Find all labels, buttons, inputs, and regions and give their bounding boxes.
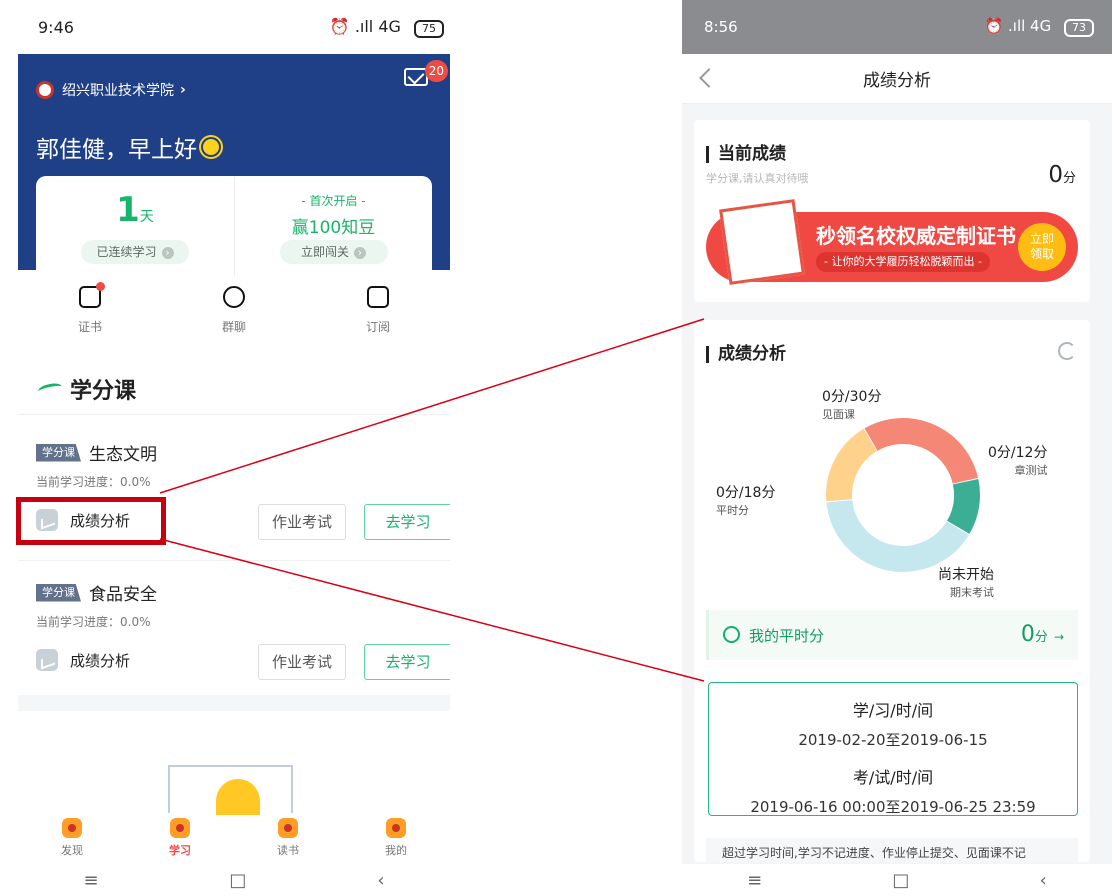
course-progress: 当前学习进度：0.0% bbox=[36, 615, 151, 629]
left-status-indicators: ⏰ .ıll 4G 75 bbox=[330, 17, 444, 38]
consecutive-study-button[interactable]: 已连续学习 bbox=[81, 240, 189, 264]
score-donut-chart bbox=[826, 417, 980, 572]
greeting: 郭佳健，早上好 bbox=[36, 130, 219, 164]
right-status-bar: 8:56 ⏰ .ıll 4G 73 bbox=[682, 0, 1112, 54]
certificate-icon bbox=[79, 282, 105, 308]
school-name: 绍兴职业技术学院 bbox=[62, 83, 174, 99]
study-exam-time: 学/习/时/间 2019-02-20至2019-06-15 考/试/时/间 20… bbox=[708, 682, 1078, 816]
right-battery-icon: 73 bbox=[1064, 19, 1094, 37]
go-study-button[interactable]: 去学习 bbox=[364, 644, 450, 680]
analysis-title: 成绩分析 bbox=[706, 346, 786, 363]
credit-course-tag: 学分课 bbox=[36, 583, 81, 602]
time-limit-notice: 超过学习时间,学习不记进度、作业停止提交、见面课不记 bbox=[706, 838, 1078, 862]
chart-label-regular: 0分/18分 平时分 bbox=[716, 485, 776, 517]
menu-icon[interactable]: ≡ bbox=[83, 870, 98, 891]
homework-exam-button[interactable]: 作业考试 bbox=[258, 504, 346, 540]
consecutive-days: 1天 已连续学习 bbox=[36, 176, 234, 276]
right-status-indicators: ⏰ .ıll 4G 73 bbox=[985, 17, 1094, 37]
sun-icon bbox=[203, 139, 219, 155]
course-progress: 当前学习进度：0.0% bbox=[36, 475, 151, 489]
left-status-bar: 9:46 ⏰ .ıll 4G 75 bbox=[18, 0, 450, 54]
read-icon bbox=[278, 818, 298, 838]
wave-icon bbox=[37, 381, 63, 397]
current-score-subtitle: 学分课,请认真对待哦 bbox=[706, 172, 809, 185]
menu-icon[interactable]: ≡ bbox=[747, 870, 762, 891]
chat-icon bbox=[223, 286, 245, 308]
right-phone-screen: 8:56 ⏰ .ıll 4G 73 成绩分析 当前成绩 学分课,请认真对待哦 0… bbox=[682, 0, 1112, 896]
chevron-right-icon: › bbox=[180, 82, 186, 98]
chart-label-chapter-test: 0分/12分 章测试 bbox=[988, 445, 1048, 477]
right-system-navigation: ≡ □ ‹ bbox=[682, 864, 1112, 896]
back-chevron-icon[interactable] bbox=[699, 68, 719, 88]
current-score-value: 0分 bbox=[1048, 162, 1076, 188]
section-title: 学分课 bbox=[37, 373, 136, 405]
current-score-title: 当前成绩 bbox=[706, 146, 786, 163]
left-status-time: 9:46 bbox=[38, 17, 74, 37]
banner-title: 秒领名校权威定制证书 bbox=[816, 224, 1016, 248]
left-phone-screen: 9:46 ⏰ .ıll 4G 75 绍兴职业技术学院 › 20 郭佳健，早上好 … bbox=[18, 0, 450, 896]
chart-icon bbox=[36, 649, 58, 671]
subscribe-icon bbox=[367, 286, 389, 308]
back-icon[interactable]: ‹ bbox=[1040, 870, 1047, 891]
mail-count-badge: 20 bbox=[424, 60, 448, 82]
score-analysis-link[interactable]: 成绩分析 bbox=[36, 649, 130, 671]
back-icon[interactable]: ‹ bbox=[377, 870, 384, 891]
discover-icon bbox=[62, 818, 82, 838]
section-divider bbox=[18, 414, 450, 415]
school-selector[interactable]: 绍兴职业技术学院 › bbox=[36, 80, 186, 100]
left-system-navigation: ≡ □ ‹ bbox=[18, 864, 450, 896]
left-battery-icon: 75 bbox=[414, 19, 444, 38]
page-title: 成绩分析 bbox=[863, 71, 931, 91]
certificate-banner[interactable]: 秒领名校权威定制证书 - 让你的大学履历轻松脱颖而出 - 立即领取 bbox=[706, 199, 1078, 285]
banner-subtitle: - 让你的大学履历轻松脱颖而出 - bbox=[816, 252, 990, 272]
refresh-icon[interactable] bbox=[1058, 342, 1076, 360]
profile-icon bbox=[386, 818, 406, 838]
score-analysis-card: 成绩分析 0分/30分 见面课 0分/12分 章测试 0分/18分 平时分 尚未… bbox=[694, 320, 1090, 862]
course-name: 生态文明 bbox=[89, 445, 157, 465]
quick-link-subscribe[interactable]: 订阅 bbox=[306, 280, 450, 350]
my-regular-score[interactable]: 我的平时分 0分 bbox=[706, 610, 1078, 660]
annotation-highlight-box bbox=[16, 497, 166, 545]
challenge-now-button[interactable]: 立即闯关 bbox=[279, 240, 388, 264]
claim-now-button[interactable]: 立即领取 bbox=[1018, 223, 1066, 271]
nav-read[interactable]: 读书 bbox=[234, 812, 342, 860]
learning-stats-card: 1天 已连续学习 - 首次开启 - 赢100知豆 立即闯关 bbox=[36, 176, 432, 276]
current-score-card: 当前成绩 学分课,请认真对待哦 0分 秒领名校权威定制证书 - 让你的大学履历轻… bbox=[694, 120, 1090, 302]
school-logo-icon bbox=[36, 81, 54, 99]
course-card: 学分课 食品安全 当前学习进度：0.0% 成绩分析 作业考试 去学习 bbox=[36, 580, 450, 680]
nav-profile[interactable]: 我的 bbox=[342, 812, 450, 860]
course-divider bbox=[18, 560, 450, 561]
homework-exam-button[interactable]: 作业考试 bbox=[258, 644, 346, 680]
score-icon bbox=[723, 626, 740, 643]
quick-link-certificate[interactable]: 证书 bbox=[18, 280, 162, 350]
right-status-time: 8:56 bbox=[704, 18, 738, 36]
go-study-button[interactable]: 去学习 bbox=[364, 504, 450, 540]
user-header: 绍兴职业技术学院 › 20 郭佳健，早上好 1天 已连续学习 - 首次开启 - … bbox=[18, 54, 450, 276]
notification-dot bbox=[96, 282, 105, 291]
quick-links: 证书 群聊 订阅 bbox=[18, 280, 450, 350]
quick-link-group-chat[interactable]: 群聊 bbox=[162, 280, 306, 350]
course-name: 食品安全 bbox=[89, 585, 157, 605]
nav-study[interactable]: 学习 bbox=[126, 812, 234, 860]
credit-course-tag: 学分课 bbox=[36, 443, 81, 462]
nav-discover[interactable]: 发现 bbox=[18, 812, 126, 860]
home-icon[interactable]: □ bbox=[892, 870, 909, 891]
study-icon bbox=[170, 818, 190, 838]
section-separator bbox=[18, 695, 450, 711]
title-bar: 成绩分析 bbox=[682, 54, 1112, 104]
certificate-image-icon bbox=[719, 199, 805, 285]
bottom-navigation: 发现 学习 读书 我的 bbox=[18, 812, 450, 860]
mascot-illustration bbox=[168, 765, 293, 815]
first-open-reward: - 首次开启 - 赢100知豆 立即闯关 bbox=[234, 176, 432, 276]
home-icon[interactable]: □ bbox=[229, 870, 246, 891]
